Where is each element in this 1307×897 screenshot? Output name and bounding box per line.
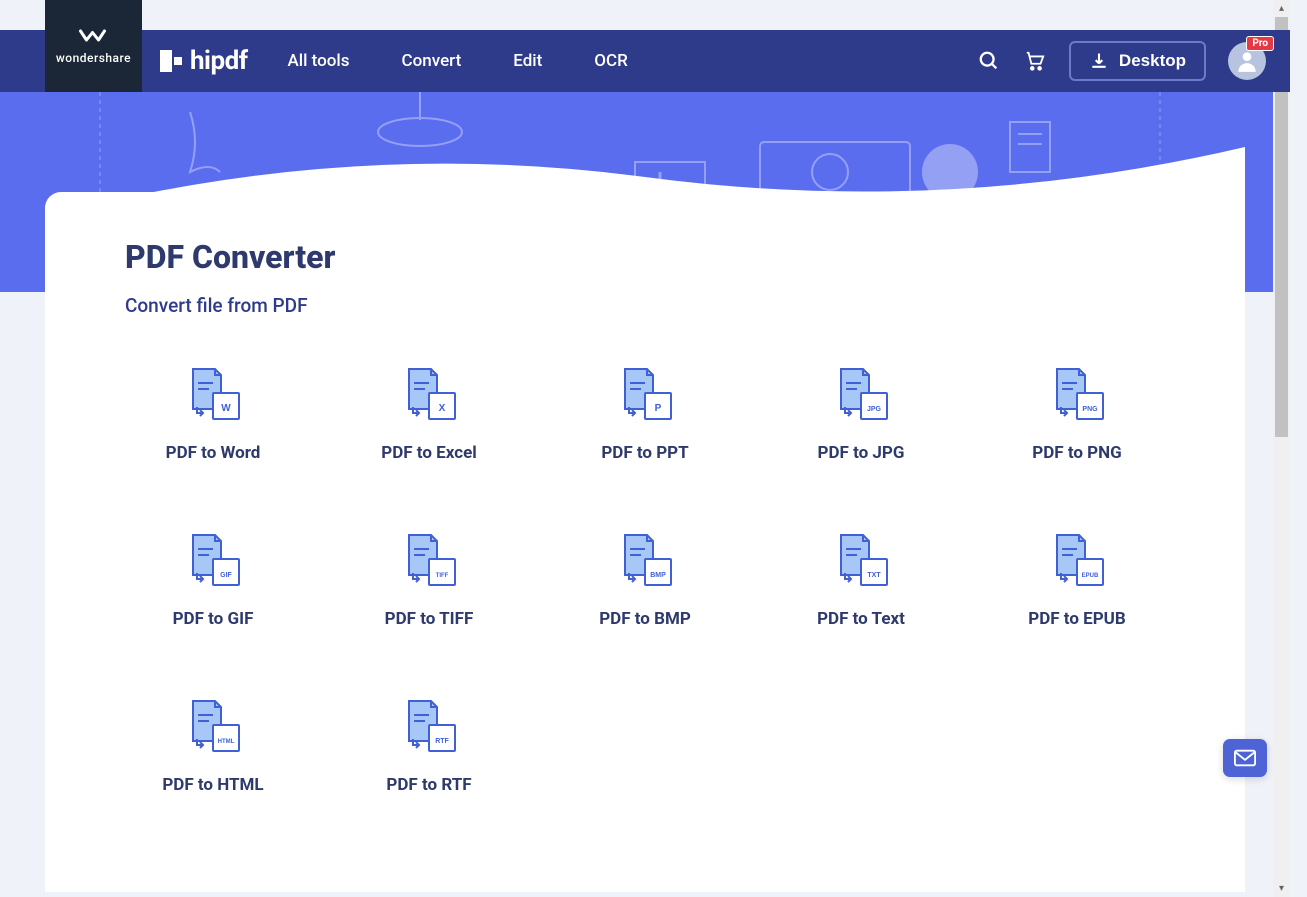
tool-icon: GIF bbox=[183, 533, 243, 591]
tool-label: PDF to Word bbox=[166, 443, 261, 463]
svg-text:W: W bbox=[221, 403, 231, 414]
tool-icon: JPG bbox=[831, 367, 891, 425]
tool-pdf-to-epub[interactable]: EPUB PDF to EPUB bbox=[989, 533, 1165, 629]
mail-icon bbox=[1234, 749, 1256, 767]
main-card: PDF Converter Convert file from PDF W PDF… bbox=[45, 192, 1245, 892]
tool-label: PDF to JPG bbox=[818, 443, 905, 463]
tool-pdf-to-text[interactable]: TXT PDF to Text bbox=[773, 533, 949, 629]
tool-pdf-to-jpg[interactable]: JPG PDF to JPG bbox=[773, 367, 949, 463]
tool-icon: BMP bbox=[615, 533, 675, 591]
tool-pdf-to-word[interactable]: W PDF to Word bbox=[125, 367, 301, 463]
tool-icon: X bbox=[399, 367, 459, 425]
tool-label: PDF to PPT bbox=[601, 443, 688, 463]
feedback-button[interactable] bbox=[1223, 739, 1267, 777]
desktop-button[interactable]: Desktop bbox=[1069, 41, 1206, 81]
tool-icon: PNG bbox=[1047, 367, 1107, 425]
tool-icon: HTML bbox=[183, 699, 243, 757]
tool-pdf-to-rtf[interactable]: RTF PDF to RTF bbox=[341, 699, 517, 795]
hipdf-logo-icon bbox=[160, 50, 182, 72]
user-icon bbox=[1234, 48, 1260, 74]
search-button[interactable] bbox=[977, 49, 1001, 73]
svg-text:TIFF: TIFF bbox=[436, 573, 449, 579]
tool-icon: RTF bbox=[399, 699, 459, 757]
nav-all-tools[interactable]: All tools bbox=[288, 51, 350, 71]
tool-icon: W bbox=[183, 367, 243, 425]
svg-text:JPG: JPG bbox=[867, 406, 882, 413]
svg-text:RTF: RTF bbox=[435, 738, 449, 745]
tool-label: PDF to HTML bbox=[162, 775, 263, 795]
wondershare-logo-icon bbox=[79, 27, 109, 47]
tool-pdf-to-bmp[interactable]: BMP PDF to BMP bbox=[557, 533, 733, 629]
download-icon bbox=[1089, 51, 1109, 71]
tool-label: PDF to TIFF bbox=[385, 609, 474, 629]
search-icon bbox=[978, 50, 1000, 72]
tool-label: PDF to Text bbox=[817, 609, 905, 629]
svg-text:EPUB: EPUB bbox=[1082, 573, 1099, 579]
tool-label: PDF to Excel bbox=[381, 443, 477, 463]
svg-text:GIF: GIF bbox=[220, 572, 232, 579]
tool-label: PDF to RTF bbox=[386, 775, 471, 795]
tool-icon: EPUB bbox=[1047, 533, 1107, 591]
cart-icon bbox=[1024, 50, 1046, 72]
tool-pdf-to-png[interactable]: PNG PDF to PNG bbox=[989, 367, 1165, 463]
tool-icon: TIFF bbox=[399, 533, 459, 591]
tool-pdf-to-gif[interactable]: GIF PDF to GIF bbox=[125, 533, 301, 629]
hipdf-logo-text: hipdf bbox=[190, 46, 248, 76]
svg-text:P: P bbox=[655, 403, 662, 414]
svg-text:TXT: TXT bbox=[867, 572, 881, 579]
tool-pdf-to-tiff[interactable]: TIFF PDF to TIFF bbox=[341, 533, 517, 629]
scrollbar-down-arrow[interactable]: ▾ bbox=[1273, 880, 1290, 897]
page-title: PDF Converter bbox=[125, 238, 1165, 276]
svg-text:HTML: HTML bbox=[218, 739, 235, 745]
page-subtitle: Convert file from PDF bbox=[125, 294, 1165, 317]
tool-pdf-to-html[interactable]: HTML PDF to HTML bbox=[125, 699, 301, 795]
tool-label: PDF to PNG bbox=[1032, 443, 1121, 463]
nav-links: All tools Convert Edit OCR bbox=[288, 51, 628, 71]
svg-text:PNG: PNG bbox=[1082, 406, 1098, 413]
tool-icon: TXT bbox=[831, 533, 891, 591]
scrollbar-up-arrow[interactable]: ▴ bbox=[1273, 0, 1290, 17]
pro-badge: Pro bbox=[1246, 36, 1274, 51]
nav-edit[interactable]: Edit bbox=[513, 51, 542, 71]
wondershare-brand[interactable]: wondershare bbox=[45, 0, 142, 92]
tool-icon: P bbox=[615, 367, 675, 425]
tool-label: PDF to EPUB bbox=[1028, 609, 1126, 629]
navbar: hipdf All tools Convert Edit OCR bbox=[0, 30, 1290, 92]
tool-label: PDF to GIF bbox=[173, 609, 254, 629]
tool-label: PDF to BMP bbox=[599, 609, 691, 629]
vertical-scrollbar[interactable]: ▴ ▾ bbox=[1273, 0, 1290, 897]
svg-text:BMP: BMP bbox=[650, 572, 666, 579]
user-avatar[interactable]: Pro bbox=[1228, 42, 1266, 80]
nav-ocr[interactable]: OCR bbox=[594, 51, 628, 71]
hipdf-logo[interactable]: hipdf bbox=[160, 46, 248, 76]
svg-text:X: X bbox=[439, 403, 446, 414]
topbar-spacer bbox=[0, 0, 1290, 30]
wondershare-label: wondershare bbox=[56, 51, 131, 65]
tools-grid: W PDF to Word X PDF to Excel P PDF to PPT JPG P… bbox=[125, 367, 1165, 795]
nav-convert[interactable]: Convert bbox=[402, 51, 462, 71]
desktop-button-label: Desktop bbox=[1119, 51, 1186, 71]
tool-pdf-to-ppt[interactable]: P PDF to PPT bbox=[557, 367, 733, 463]
cart-button[interactable] bbox=[1023, 49, 1047, 73]
tool-pdf-to-excel[interactable]: X PDF to Excel bbox=[341, 367, 517, 463]
